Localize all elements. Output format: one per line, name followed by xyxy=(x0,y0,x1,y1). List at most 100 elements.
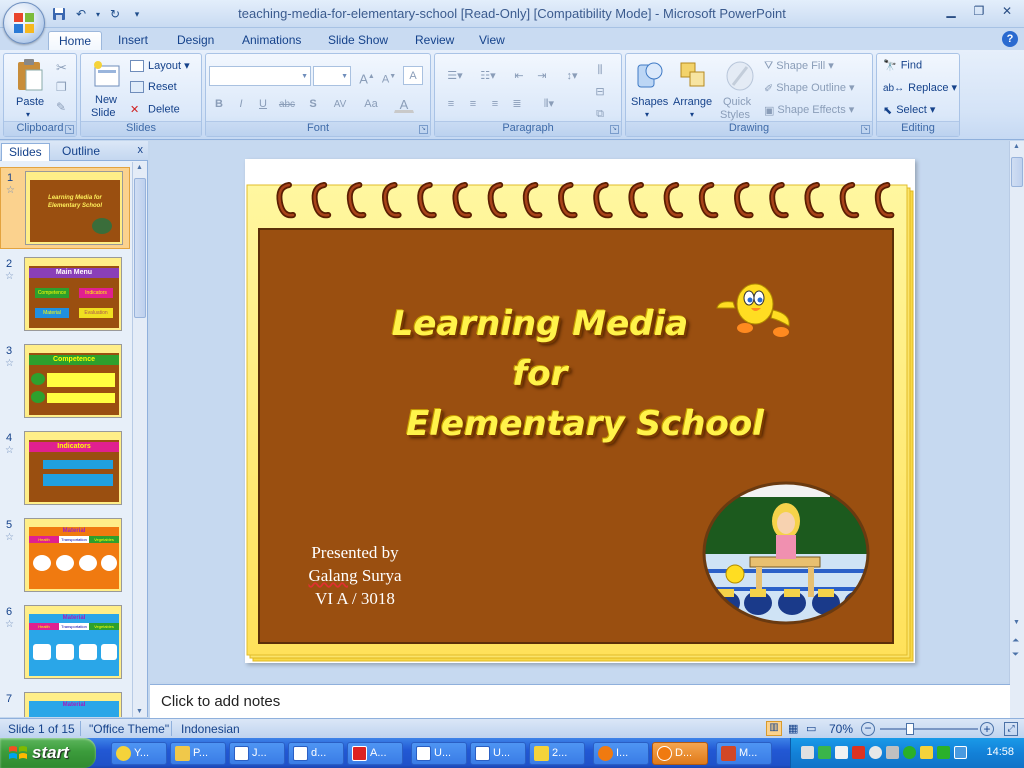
taskbar-item-powerpoint[interactable]: M... xyxy=(716,742,772,765)
italic-button[interactable]: I xyxy=(231,94,251,113)
scroll-up-icon[interactable]: ▲ xyxy=(136,164,143,171)
next-slide-icon[interactable]: ⏷ xyxy=(1012,649,1019,660)
font-launcher-icon[interactable]: ↘ xyxy=(419,125,428,134)
layout-button[interactable]: Layout ▾ xyxy=(130,59,190,73)
notes-pane[interactable]: Click to add notes xyxy=(150,684,1010,718)
security-icon[interactable] xyxy=(852,746,865,759)
close-icon[interactable]: ✕ xyxy=(998,4,1016,20)
scroll-down-icon[interactable]: ▼ xyxy=(136,708,143,715)
tab-slides[interactable]: Slides xyxy=(1,143,50,161)
arrange-button[interactable]: Arrange xyxy=(673,96,712,108)
copy-icon[interactable]: ❐ xyxy=(56,80,67,94)
character-spacing-button[interactable]: AV xyxy=(327,94,353,113)
taskbar-item-folder[interactable]: P... xyxy=(170,742,226,765)
paste-button[interactable]: Paste xyxy=(16,96,44,108)
clear-formatting-icon[interactable]: A xyxy=(403,66,423,85)
antivirus-icon[interactable] xyxy=(818,746,831,759)
zoom-out-icon[interactable]: − xyxy=(861,722,875,736)
volume-icon[interactable] xyxy=(835,746,848,759)
scroll-up-icon[interactable]: ▲ xyxy=(1013,143,1020,150)
slide-thumbnail-1[interactable]: 1 ☆ Learning Media for Elementary School xyxy=(0,167,130,249)
update-icon[interactable] xyxy=(903,746,916,759)
arrange-icon[interactable] xyxy=(678,59,708,93)
tab-insert[interactable]: Insert xyxy=(108,31,158,50)
normal-view-icon[interactable]: ▥ xyxy=(766,721,782,736)
taskbar-item-word-3[interactable]: U... xyxy=(411,742,467,765)
grow-font-icon[interactable]: A▲ xyxy=(357,66,377,86)
zoom-slider-thumb[interactable] xyxy=(906,723,914,735)
shape-outline-button[interactable]: ✐ Shape Outline ▾ xyxy=(764,81,855,95)
align-left-icon[interactable]: ≡ xyxy=(441,94,461,113)
sync-icon[interactable] xyxy=(937,746,950,759)
align-right-icon[interactable]: ≡ xyxy=(485,94,505,113)
taskbar-item-yahoo[interactable]: Y... xyxy=(111,742,167,765)
numbering-icon[interactable]: ☷▾ xyxy=(473,66,503,85)
replace-button[interactable]: ab↔ Replace ▾ xyxy=(883,81,957,94)
tab-review[interactable]: Review xyxy=(405,31,464,50)
zoom-slider[interactable] xyxy=(880,728,978,730)
quick-styles-icon[interactable] xyxy=(725,59,755,93)
new-slide-icon[interactable] xyxy=(92,60,122,90)
shape-effects-button[interactable]: ▣ Shape Effects ▾ xyxy=(764,103,854,117)
slide-thumbnail-7[interactable]: 7 Material xyxy=(0,689,130,717)
zoom-level[interactable]: 70% xyxy=(829,722,853,736)
taskbar-item-acrobat[interactable]: A... xyxy=(347,742,403,765)
slide-scrollbar[interactable]: ▲ ▼ ⏶ ⏷ xyxy=(1009,141,1024,718)
minimize-icon[interactable]: ▁ xyxy=(942,4,960,20)
shrink-font-icon[interactable]: A▼ xyxy=(379,66,399,86)
bold-button[interactable]: B xyxy=(209,94,229,113)
line-spacing-icon[interactable]: ↕▾ xyxy=(557,66,587,85)
taskbar-item-word-2[interactable]: d... xyxy=(288,742,344,765)
cut-icon[interactable]: ✂ xyxy=(56,60,67,76)
decrease-indent-icon[interactable]: ⇤ xyxy=(509,66,529,85)
slide-thumbnail-3[interactable]: 3 ☆ Competence xyxy=(0,341,130,423)
paste-icon[interactable] xyxy=(16,58,44,94)
start-button[interactable]: start xyxy=(0,738,96,768)
warning-icon[interactable] xyxy=(920,746,933,759)
paragraph-launcher-icon[interactable]: ↘ xyxy=(610,125,619,134)
pane-scroll-thumb[interactable] xyxy=(134,178,146,318)
paste-dropdown-icon[interactable]: ▾ xyxy=(26,110,30,119)
format-painter-icon[interactable]: ✎ xyxy=(56,100,66,114)
align-center-icon[interactable]: ≡ xyxy=(463,94,483,113)
tab-animations[interactable]: Animations xyxy=(232,31,311,50)
language-indicator[interactable]: Indonesian xyxy=(181,722,240,736)
tab-home[interactable]: Home xyxy=(48,31,103,50)
shape-fill-button[interactable]: ⛛ Shape Fill ▾ xyxy=(764,59,834,73)
display-icon[interactable] xyxy=(886,746,899,759)
columns-icon[interactable]: ⫴▾ xyxy=(535,94,563,113)
taskbar-item-firefox-2[interactable]: D... xyxy=(652,742,708,765)
taskbar-item-app[interactable]: 2... xyxy=(529,742,585,765)
quick-styles-label-2[interactable]: Styles xyxy=(720,109,750,121)
slide-thumbnail-6[interactable]: 6 ☆ Material Health Transportation Veget… xyxy=(0,602,130,684)
tab-design[interactable]: Design xyxy=(167,31,224,50)
bullets-icon[interactable]: ☰▾ xyxy=(441,66,469,85)
taskbar-item-word-4[interactable]: U... xyxy=(470,742,526,765)
device-icon[interactable] xyxy=(869,746,882,759)
justify-icon[interactable]: ≣ xyxy=(507,94,527,113)
align-text-icon[interactable]: ⊟ xyxy=(590,82,610,101)
slide-thumbnail-4[interactable]: 4 ☆ Indicators xyxy=(0,428,130,510)
font-size-combo[interactable]: ▼ xyxy=(313,66,351,86)
change-case-button[interactable]: Aa xyxy=(358,94,384,113)
network-icon[interactable] xyxy=(801,746,814,759)
connection-icon[interactable] xyxy=(954,746,967,759)
taskbar-item-word-1[interactable]: J... xyxy=(229,742,285,765)
tab-view[interactable]: View xyxy=(469,31,515,50)
pane-scrollbar[interactable]: ▲ ▼ xyxy=(132,162,147,717)
restore-icon[interactable]: ❐ xyxy=(970,4,988,20)
shapes-dropdown-icon[interactable]: ▾ xyxy=(645,110,649,119)
select-button[interactable]: ⬉ Select ▾ xyxy=(883,103,935,117)
quick-styles-label-1[interactable]: Quick xyxy=(723,96,751,108)
zoom-in-icon[interactable]: + xyxy=(980,722,994,736)
find-button[interactable]: 🔭 Find xyxy=(883,59,922,72)
fit-to-window-icon[interactable]: ⤢ xyxy=(1004,722,1018,736)
strikethrough-button[interactable]: abc xyxy=(277,94,297,113)
delete-button[interactable]: ✕ Delete xyxy=(130,103,180,116)
close-pane-icon[interactable]: x xyxy=(138,144,144,156)
arrange-dropdown-icon[interactable]: ▾ xyxy=(690,110,694,119)
slide-scroll-thumb[interactable] xyxy=(1011,157,1023,187)
previous-slide-icon[interactable]: ⏶ xyxy=(1012,635,1019,646)
font-color-button[interactable]: A xyxy=(394,94,414,113)
shadow-button[interactable]: S xyxy=(303,94,323,113)
